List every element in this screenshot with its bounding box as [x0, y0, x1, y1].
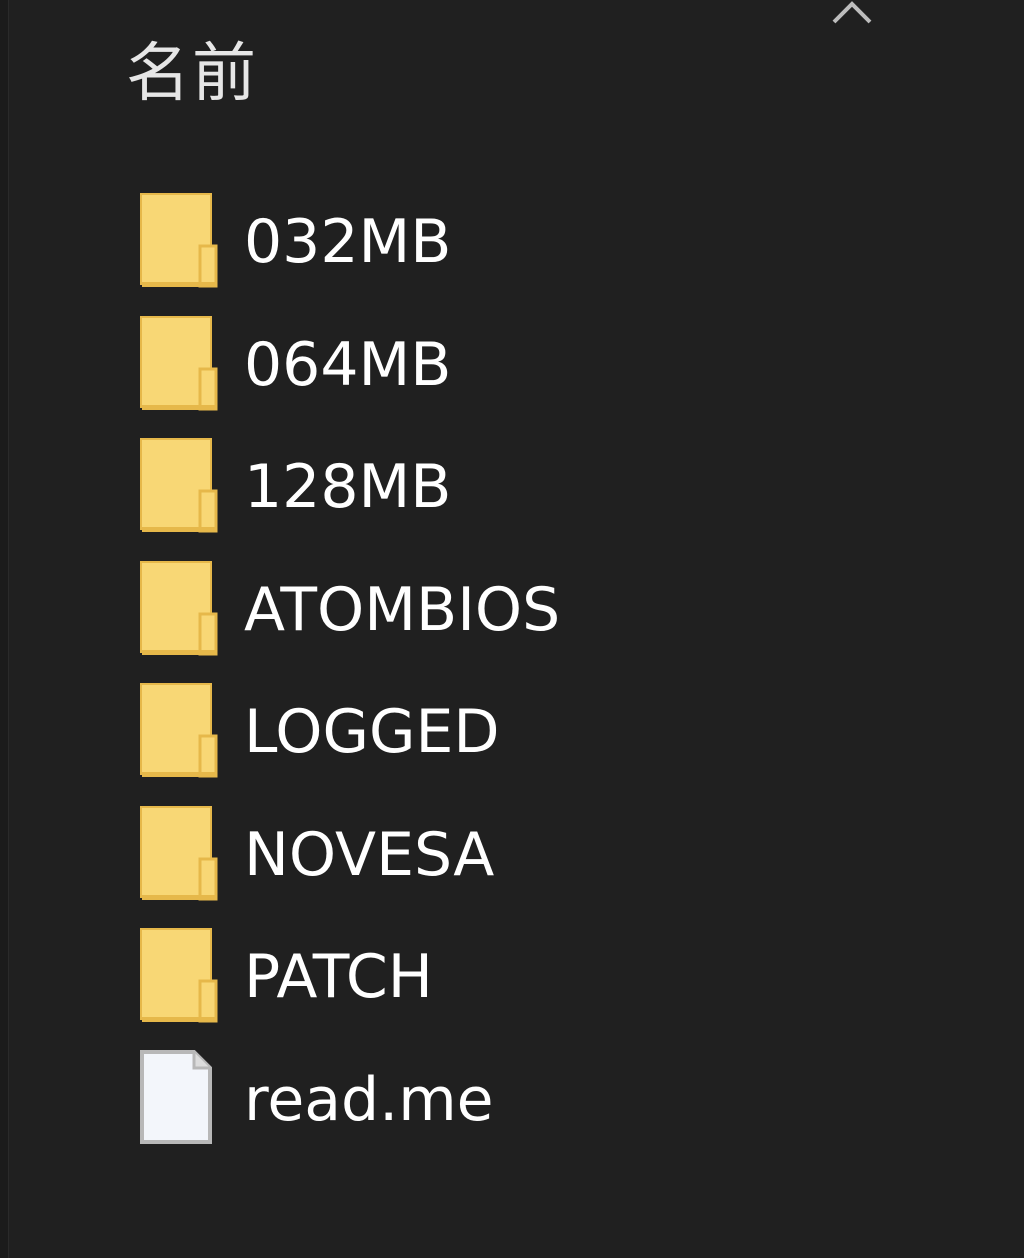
folder-icon: [140, 192, 218, 288]
item-name-label: PATCH: [244, 942, 433, 1012]
item-name-label: NOVESA: [244, 819, 495, 890]
folder-row[interactable]: 128MB: [0, 427, 1024, 550]
item-name-label: ATOMBIOS: [244, 574, 561, 645]
item-name-label: 064MB: [244, 329, 452, 400]
item-name-label: LOGGED: [244, 697, 500, 767]
folder-row[interactable]: NOVESA: [0, 795, 1024, 918]
folder-icon: [140, 682, 218, 778]
file-list: 032MB 064MB 128MB ATOMBIOS LOGGED NOVESA PATCH…: [0, 182, 1024, 1162]
folder-row[interactable]: PATCH: [0, 917, 1024, 1040]
folder-row[interactable]: 064MB: [0, 305, 1024, 428]
folder-row[interactable]: 032MB: [0, 182, 1024, 305]
folder-icon: [140, 560, 218, 656]
folder-icon: [140, 437, 218, 533]
folder-icon: [140, 315, 218, 411]
item-name-label: 128MB: [244, 452, 452, 522]
column-header-name[interactable]: 名前: [126, 34, 258, 114]
folder-icon: [140, 927, 218, 1023]
item-name-label: 032MB: [244, 207, 452, 277]
folder-icon: [140, 805, 218, 901]
chevron-up-icon[interactable]: [832, 0, 872, 26]
item-name-label: read.me: [244, 1064, 494, 1135]
folder-row[interactable]: LOGGED: [0, 672, 1024, 795]
file-row[interactable]: read.me: [0, 1040, 1024, 1163]
folder-row[interactable]: ATOMBIOS: [0, 550, 1024, 673]
file-icon: [140, 1049, 218, 1146]
